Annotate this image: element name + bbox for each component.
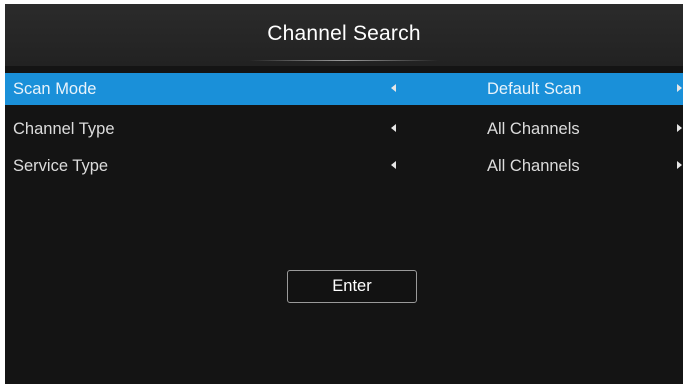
service-type-label: Service Type — [13, 157, 109, 175]
triangle-right-icon[interactable] — [677, 124, 682, 132]
triangle-left-icon[interactable] — [391, 161, 396, 169]
scan-mode-label: Scan Mode — [13, 80, 97, 98]
setting-row-channel-type[interactable]: Channel Type All Channels — [5, 113, 683, 145]
setting-row-scan-mode[interactable]: Scan Mode Default Scan — [5, 73, 683, 105]
page-title: Channel Search — [267, 22, 421, 45]
triangle-right-icon[interactable] — [677, 84, 682, 92]
scan-mode-value: Default Scan — [487, 80, 582, 98]
channel-type-label: Channel Type — [13, 120, 115, 138]
triangle-left-icon[interactable] — [391, 84, 396, 92]
channel-search-dialog: Channel Search Scan Mode Default Scan Ch… — [5, 4, 683, 384]
setting-row-service-type[interactable]: Service Type All Channels — [5, 150, 683, 182]
service-type-value: All Channels — [487, 157, 580, 175]
triangle-left-icon[interactable] — [391, 124, 396, 132]
channel-type-value: All Channels — [487, 120, 580, 138]
title-bar: Channel Search — [5, 4, 683, 66]
screen: Channel Search Scan Mode Default Scan Ch… — [0, 0, 687, 387]
enter-button[interactable]: Enter — [287, 270, 417, 303]
title-underline — [249, 60, 439, 61]
triangle-right-icon[interactable] — [677, 161, 682, 169]
